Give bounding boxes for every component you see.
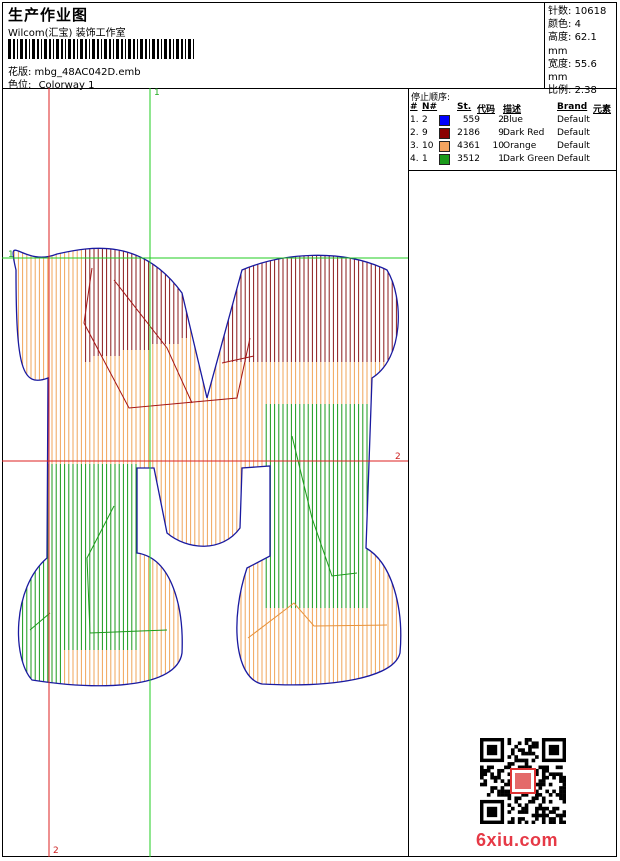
embroidery-preview [2, 88, 408, 857]
col-stitches: St. [457, 102, 472, 112]
col-element: 元素 [593, 105, 612, 115]
barcode [8, 39, 194, 59]
col-needle: N# [422, 102, 438, 112]
sequence-row: 2. 9 2186 9 Dark Red Default [409, 128, 617, 141]
col-brand: Brand [557, 102, 588, 112]
stat-height: 高度: 62.1 mm [548, 32, 597, 57]
row-desc: Orange [503, 141, 537, 151]
travel-run-orange [247, 602, 388, 639]
row-index: 1. [410, 115, 419, 125]
header: 生产作业图 Wilcom(汇宝) 装饰工作室 花版: mbg_48AC042D.… [2, 2, 617, 96]
sequence-header-row: # N# St. 代码 描述 Brand 元素 [409, 102, 617, 115]
row-stitches: 2186 [457, 128, 480, 138]
row-needle: 2 [422, 115, 428, 125]
travel-run-red [83, 267, 251, 409]
sequence-row: 3. 10 4361 10 Orange Default [409, 141, 617, 154]
color-swatch [439, 154, 450, 165]
sequence-row: 1. 2 559 2 Blue Default [409, 115, 617, 128]
row-needle: 1 [422, 154, 428, 164]
stat-stitches: 针数: 10618 [548, 6, 607, 17]
header-info: 生产作业图 Wilcom(汇宝) 装饰工作室 花版: mbg_48AC042D.… [2, 2, 545, 91]
row-stitches: 4361 [457, 141, 480, 151]
stat-colors: 颜色: 4 [548, 19, 581, 31]
stat-width: 宽度: 55.6 mm [548, 58, 597, 84]
color-swatch [439, 128, 450, 139]
travel-run-green [86, 505, 168, 634]
stats-panel: 针数: 10618 颜色: 4 高度: 62.1 mm 宽度: 55.6 mm … [548, 5, 617, 97]
row-stitches: 559 [462, 115, 480, 125]
row-index: 3. [410, 141, 419, 151]
stop-sequence-panel: 停止顺序: # N# St. 代码 描述 Brand 元素 1. 2 559 2 Blu… [409, 88, 617, 171]
col-index: # [410, 102, 418, 112]
row-desc: Blue [503, 115, 523, 125]
row-brand: Default [557, 154, 590, 164]
row-needle: 10 [422, 141, 434, 151]
row-index: 4. [410, 154, 419, 164]
col-code: 代码 [477, 105, 496, 115]
axis-label-left: 1 [8, 250, 14, 260]
travel-run-green-2 [29, 612, 51, 631]
row-needle: 9 [422, 128, 428, 138]
row-brand: Default [557, 115, 590, 125]
qr-code [480, 738, 566, 824]
design-canvas: 1 1 2 2 [2, 88, 409, 857]
axis-label-bottom: 2 [53, 846, 59, 856]
color-swatch [439, 141, 450, 152]
watermark-site: 6xiu.com [476, 830, 559, 850]
row-brand: Default [557, 141, 590, 151]
col-desc: 描述 [503, 105, 522, 115]
axis-label-right: 2 [395, 452, 401, 462]
row-index: 2. [410, 128, 419, 138]
axis-label-top: 1 [154, 88, 160, 98]
subtitle: Wilcom(汇宝) 装饰工作室 [8, 28, 126, 39]
sequence-row: 4. 1 3512 1 Dark Green Default [409, 154, 617, 167]
page-title: 生产作业图 [8, 6, 89, 24]
row-stitches: 3512 [457, 154, 480, 164]
row-desc: Dark Red [503, 128, 545, 138]
row-brand: Default [557, 128, 590, 138]
color-swatch [439, 115, 450, 126]
row-desc: Dark Green [503, 154, 555, 164]
